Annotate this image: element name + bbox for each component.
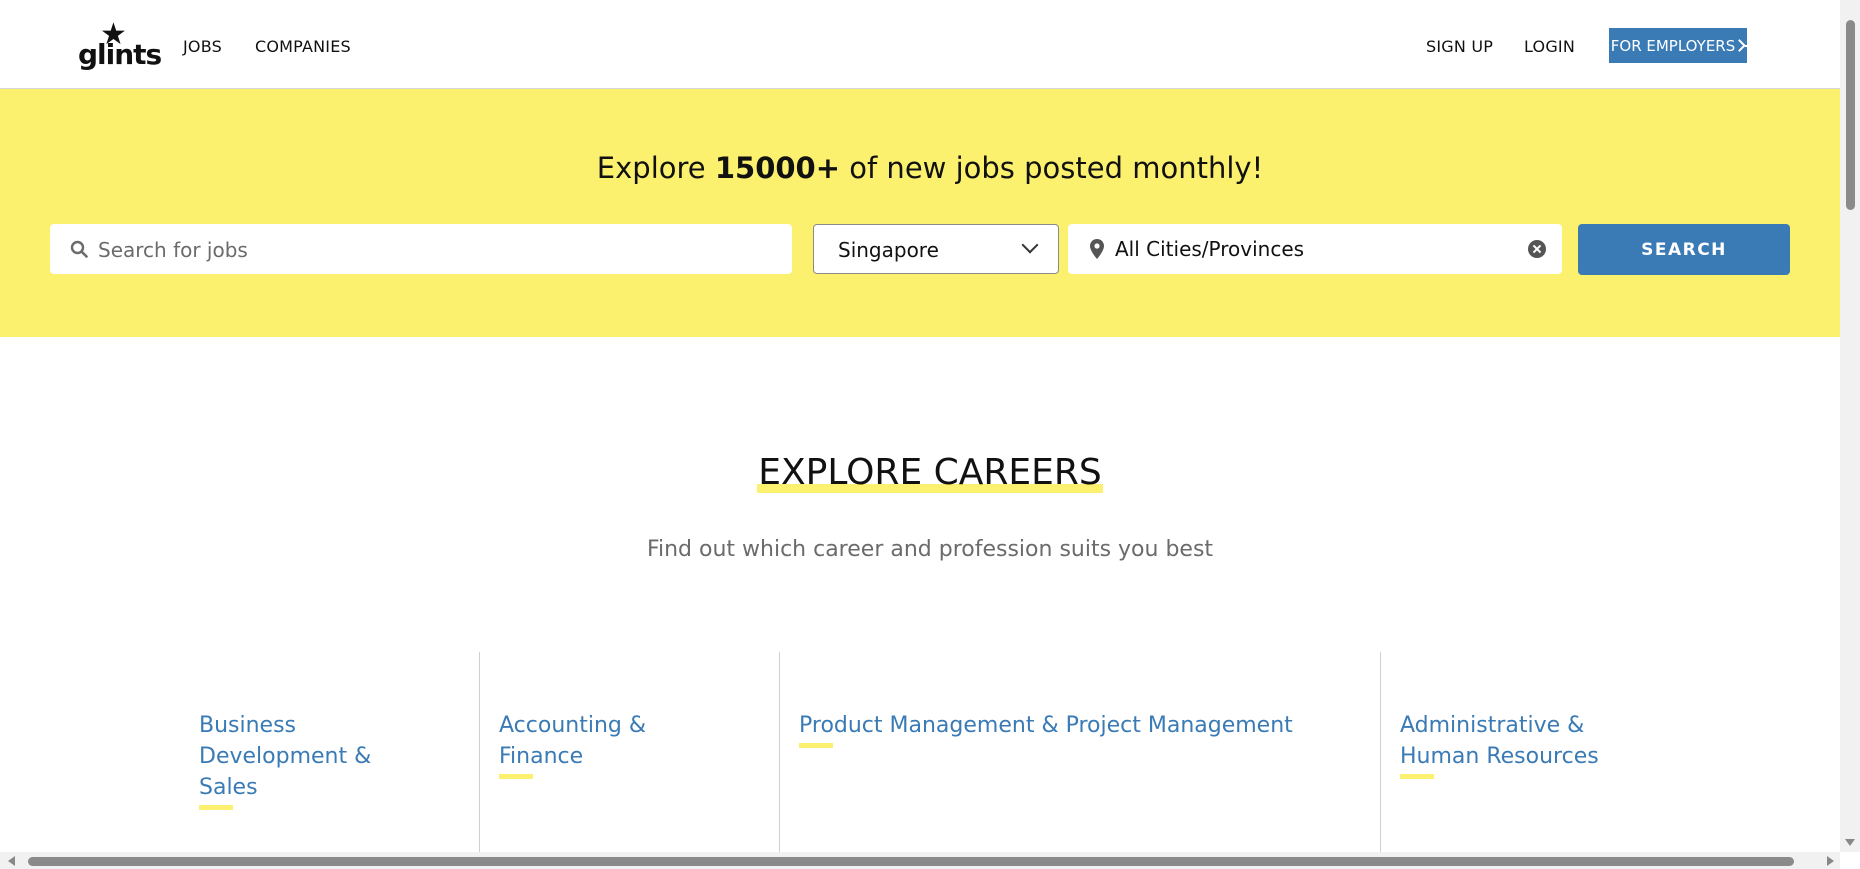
job-search-box <box>50 224 792 276</box>
chevron-down-icon <box>1021 236 1039 254</box>
logo-wordmark: glints <box>78 38 162 71</box>
search-button[interactable]: SEARCH <box>1578 224 1790 275</box>
horizontal-scrollbar-thumb[interactable] <box>28 857 1794 866</box>
vertical-scrollbar-thumb[interactable] <box>1846 20 1855 210</box>
career-category-product-project-management[interactable]: Product Management & Project Management <box>799 710 1293 748</box>
career-category-administrative-hr[interactable]: Administrative & Human Resources <box>1400 710 1599 779</box>
explore-careers-subtitle: Find out which career and profession sui… <box>646 537 1214 562</box>
job-search-input[interactable] <box>96 224 780 276</box>
career-category-accounting-finance[interactable]: Accounting & Finance <box>499 710 646 779</box>
hero-search-banner: Explore 15000+ of new jobs posted monthl… <box>0 89 1840 337</box>
column-divider <box>479 652 480 852</box>
explore-careers-title: EXPLORE CAREERS <box>757 452 1103 493</box>
location-pin-icon <box>1090 239 1104 259</box>
column-divider <box>1380 652 1381 852</box>
career-underline <box>799 743 833 748</box>
explore-careers-heading: EXPLORE CAREERS <box>0 452 1860 493</box>
for-employers-button[interactable]: FOR EMPLOYERS <box>1609 28 1760 63</box>
career-label-line: Accounting & <box>499 713 646 738</box>
career-label-line: Product Management & Project Management <box>799 713 1293 738</box>
city-select[interactable]: All Cities/Provinces <box>1068 224 1562 274</box>
career-label-line: Business <box>199 713 297 738</box>
scroll-right-arrow-icon[interactable] <box>1827 856 1834 866</box>
career-label-line: Development & <box>199 744 372 769</box>
career-label-line: Human Resources <box>1400 744 1599 769</box>
career-underline <box>199 805 233 810</box>
clear-icon[interactable] <box>1528 240 1546 258</box>
career-category-business-development[interactable]: Business Development & Sales <box>199 710 371 810</box>
career-label-line: Administrative & <box>1400 713 1585 738</box>
hero-title: Explore 15000+ of new jobs posted monthl… <box>0 151 1860 185</box>
career-label-line: Sales <box>199 775 258 800</box>
career-label-line: Finance <box>499 744 584 769</box>
top-navbar: ★ glints JOBS COMPANIES SIGN UP LOGIN FO… <box>0 0 1840 89</box>
hero-title-highlight: 15000+ <box>714 151 841 185</box>
column-divider <box>779 652 780 852</box>
for-employers-label: FOR EMPLOYERS <box>1610 36 1736 55</box>
scroll-down-arrow-icon[interactable] <box>1845 839 1855 846</box>
country-select-value: Singapore <box>838 238 939 262</box>
glints-logo[interactable]: ★ glints <box>78 20 162 72</box>
country-select[interactable]: Singapore <box>813 224 1059 274</box>
sign-up-link[interactable]: SIGN UP <box>1426 37 1493 56</box>
scroll-left-arrow-icon[interactable] <box>8 856 15 866</box>
nav-jobs-link[interactable]: JOBS <box>183 37 222 56</box>
vertical-scrollbar[interactable] <box>1840 0 1860 852</box>
career-underline <box>1400 774 1434 779</box>
login-link[interactable]: LOGIN <box>1524 37 1575 56</box>
horizontal-scrollbar[interactable] <box>0 852 1840 869</box>
search-icon <box>70 240 88 258</box>
hero-title-prefix: Explore <box>596 151 715 185</box>
career-underline <box>499 774 533 779</box>
hero-title-suffix: of new jobs posted monthly! <box>840 151 1264 185</box>
nav-companies-link[interactable]: COMPANIES <box>255 37 351 56</box>
city-select-value: All Cities/Provinces <box>1115 237 1305 261</box>
